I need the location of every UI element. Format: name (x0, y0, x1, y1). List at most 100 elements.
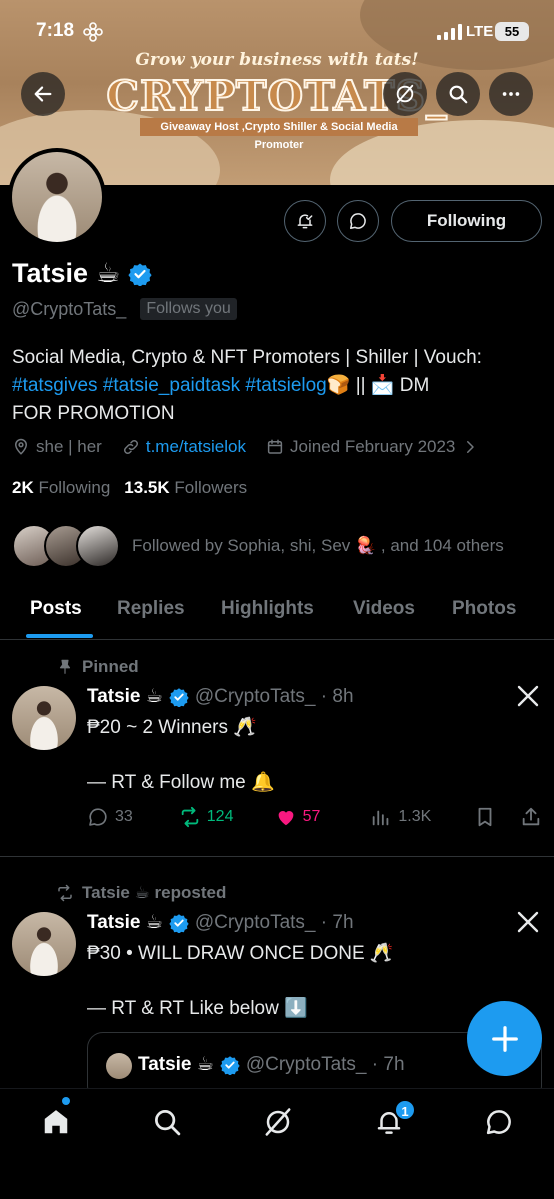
verified-badge-icon (220, 1055, 240, 1075)
repost-icon (58, 884, 72, 902)
notifications-toggle-button[interactable] (284, 200, 326, 242)
bio-line: FOR PROMOTION (12, 403, 175, 424)
follower-avatar (76, 524, 120, 568)
views-action[interactable]: 1.3K (370, 806, 474, 828)
active-tab-indicator (26, 634, 93, 638)
battery-indicator: 55 (495, 22, 529, 41)
post-header: Tatsie ☕ @CryptoTats_ · 8h (87, 685, 354, 708)
profile-link[interactable]: t.me/tatsielok (146, 437, 246, 457)
verified-badge-icon (128, 263, 152, 286)
bio-line: #tatsgives #tatsie_paidtask #tatsielog🍞 … (12, 372, 542, 400)
quoted-avatar (106, 1053, 132, 1079)
home-new-indicator (62, 1097, 70, 1105)
followers-count: 13.5K (124, 478, 170, 497)
following-count-link[interactable]: 2K Following (12, 478, 110, 498)
nav-home[interactable] (41, 1107, 71, 1137)
profile-tabs: Posts Replies Highlights Videos Photos (0, 582, 554, 640)
pronouns: she | her (36, 437, 102, 456)
followed-by[interactable]: Followed by Sophia, shi, Sev 🪼 , and 104… (12, 524, 504, 568)
tab-posts[interactable]: Posts (30, 598, 82, 620)
avatar-photo (12, 152, 102, 242)
compose-post-button[interactable] (467, 1001, 542, 1076)
focus-mode-icon (83, 22, 103, 42)
chat-bubble-icon (486, 1110, 511, 1135)
status-time: 7:18 (36, 20, 75, 41)
grok-button[interactable] (383, 72, 427, 116)
search-icon (155, 1110, 181, 1136)
bookmark-action[interactable] (474, 806, 520, 828)
followers-count-link[interactable]: 13.5K Followers (124, 478, 247, 498)
bell-check-icon (297, 214, 313, 229)
following-count: 2K (12, 478, 34, 497)
profile-name-text: Tatsie (12, 258, 89, 288)
follows-you-badge: Follows you (140, 298, 237, 320)
post-text-line: — RT & Follow me 🔔 (87, 772, 275, 793)
signal-icon (437, 24, 462, 40)
repost-action[interactable]: 124 (179, 806, 275, 828)
search-button[interactable] (436, 72, 480, 116)
bio-line: Social Media, Crypto & NFT Promoters | S… (12, 347, 482, 368)
post-context: Tatsie ☕ reposted (56, 883, 226, 903)
post-author-name[interactable]: Tatsie ☕ (87, 911, 163, 934)
post-divider (0, 856, 554, 857)
bottom-navigation (0, 1088, 554, 1199)
location-pin-icon (14, 438, 28, 455)
post-handle-time: @CryptoTats_ · 7h (194, 911, 354, 933)
x-logo-icon (517, 685, 539, 707)
repost-count: 124 (206, 808, 234, 825)
following-label: Following (38, 478, 111, 497)
share-action[interactable] (520, 806, 542, 828)
banner-subline: Giveaway Host ,Crypto Shiller & Social M… (140, 118, 418, 151)
message-button[interactable] (337, 200, 379, 242)
bookmark-icon (478, 807, 492, 827)
post-context: Pinned (56, 657, 139, 677)
nav-grok[interactable] (263, 1107, 293, 1137)
network-type: LTE (466, 23, 494, 40)
bio-text: 🍞 || 📩 DM (326, 375, 430, 396)
tab-highlights[interactable]: Highlights (221, 598, 314, 620)
nav-search[interactable] (152, 1107, 182, 1137)
grok-icon (396, 84, 414, 104)
like-action[interactable]: 57 (275, 806, 371, 828)
followed-by-text: Followed by Sophia, shi, Sev 🪼 , and 104… (132, 536, 504, 555)
bio-hashtags[interactable]: #tatsgives #tatsie_paidtask #tatsielog (12, 375, 327, 396)
share-icon (522, 807, 540, 826)
profile-avatar[interactable] (8, 148, 106, 246)
joined-date: Joined February 2023 (290, 437, 456, 456)
arrow-left-icon (34, 86, 52, 102)
x-logo-icon (517, 911, 539, 933)
verified-badge-icon (169, 913, 189, 933)
verified-badge-icon (169, 687, 189, 707)
calendar-icon (267, 439, 283, 454)
post-header: Tatsie ☕ @CryptoTats_ · 7h (87, 911, 354, 934)
quoted-header: Tatsie ☕ @CryptoTats_ · 7h (138, 1053, 405, 1076)
notification-badge: 1 (394, 1099, 416, 1121)
post-text-line: ₱30 • WILL DRAW ONCE DONE 🥂 (87, 943, 394, 964)
follow-counts: 2K Following 13.5K Followers (12, 478, 247, 498)
like-count: 57 (302, 808, 321, 825)
tab-replies[interactable]: Replies (117, 598, 185, 620)
profile-meta: she | her t.me/tatsielok Joined February… (12, 437, 479, 457)
back-button[interactable] (21, 72, 65, 116)
profile-handle: @CryptoTats_ (12, 298, 127, 319)
chevron-right-icon[interactable] (461, 438, 479, 456)
handle-row: @CryptoTats_ Follows you (12, 298, 237, 320)
views-chart-icon (373, 810, 389, 826)
more-button[interactable] (489, 72, 533, 116)
reply-action[interactable]: 33 (87, 806, 179, 828)
status-bar: 7:18 LTE 55 (0, 0, 554, 62)
post-avatar[interactable] (12, 912, 76, 976)
grok-icon (265, 1108, 291, 1136)
post-author-name[interactable]: Tatsie ☕ (87, 685, 163, 708)
following-button[interactable]: Following (391, 200, 542, 242)
post-avatar[interactable] (12, 686, 76, 750)
pinned-label: Pinned (82, 657, 139, 676)
nav-messages[interactable] (484, 1107, 514, 1137)
tab-photos[interactable]: Photos (452, 598, 516, 620)
coffee-emoji: ☕ (96, 258, 121, 288)
tab-videos[interactable]: Videos (353, 598, 415, 620)
post-handle-time: @CryptoTats_ · 8h (194, 685, 354, 707)
profile-name: Tatsie ☕ (12, 258, 152, 289)
profile-bio: Social Media, Crypto & NFT Promoters | S… (12, 344, 542, 428)
chat-bubble-icon (350, 213, 366, 229)
